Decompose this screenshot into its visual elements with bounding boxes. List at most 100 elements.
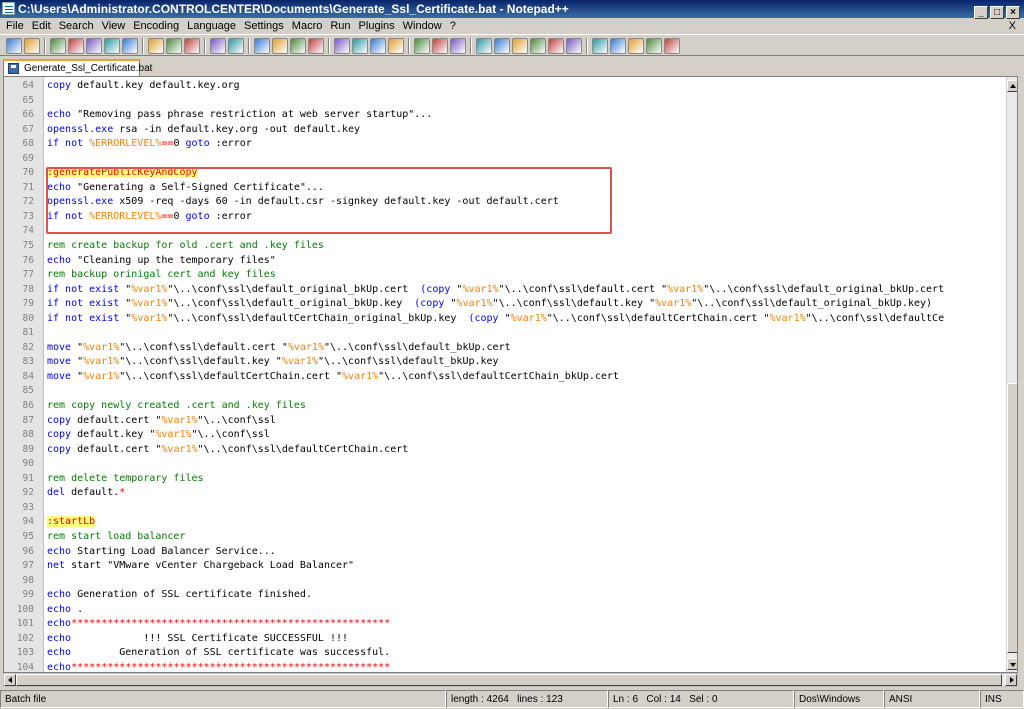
code-line[interactable]: 99 echo Generation of SSL certificate fin… (4, 588, 1006, 603)
show-all-chars-icon[interactable] (388, 38, 404, 54)
code-line[interactable]: 95 rem start load balancer (4, 530, 1006, 545)
spellcheck-icon[interactable] (664, 38, 680, 54)
play-macro-icon[interactable] (512, 38, 528, 54)
code-line[interactable]: 84 move "%var1%"\..\conf\ssl\defaultCertC… (4, 370, 1006, 385)
menu-macro[interactable]: Macro (288, 18, 327, 34)
code-line[interactable]: 78 if not exist "%var1%"\..\conf\ssl\defa… (4, 283, 1006, 298)
code-line[interactable]: 91 rem delete temporary files (4, 472, 1006, 487)
menu-edit[interactable]: Edit (28, 18, 55, 34)
save-all-icon[interactable] (68, 38, 84, 54)
code-line[interactable]: 92 del default.* (4, 486, 1006, 501)
code-line[interactable]: 69 (4, 152, 1006, 167)
close-icon[interactable] (86, 38, 102, 54)
code-line[interactable]: 93 (4, 501, 1006, 516)
open-icon[interactable] (24, 38, 40, 54)
line-number: 73 (22, 210, 34, 222)
scroll-right-arrow-icon[interactable] (1005, 674, 1017, 686)
code-text: if not %ERRORLEVEL%==0 goto :error (47, 137, 252, 152)
code-line[interactable]: 77 rem backup orinigal cert and key files (4, 268, 1006, 283)
code-line[interactable]: 83 move "%var1%"\..\conf\ssl\default.key … (4, 355, 1006, 370)
replace-icon[interactable] (272, 38, 288, 54)
close-document-button[interactable]: X (1009, 18, 1016, 34)
scroll-left-arrow-icon[interactable] (4, 674, 16, 686)
close-all-icon[interactable] (104, 38, 120, 54)
code-line[interactable]: 68 if not %ERRORLEVEL%==0 goto :error (4, 137, 1006, 152)
menu-plugins[interactable]: Plugins (355, 18, 399, 34)
code-token: Generation of SSL certificate finished. (71, 589, 312, 601)
menu-window[interactable]: Window (399, 18, 446, 34)
horizontal-scroll-thumb[interactable] (16, 674, 1002, 686)
menu-view[interactable]: View (98, 18, 130, 34)
code-line[interactable]: 88 copy default.key "%var1%"\..\conf\ssl (4, 428, 1006, 443)
code-line[interactable]: 98 (4, 574, 1006, 589)
line-number: 82 (22, 341, 34, 353)
code-line[interactable]: 104 echo*********************************… (4, 661, 1006, 672)
undo-icon[interactable] (210, 38, 226, 54)
code-line[interactable]: 89 copy default.cert "%var1%"\..\conf\ssl… (4, 443, 1006, 458)
menu-file[interactable]: File (0, 18, 28, 34)
save-macro-icon[interactable] (548, 38, 564, 54)
menu-help[interactable]: ? (446, 18, 460, 34)
find-icon[interactable] (254, 38, 270, 54)
line-number: 74 (22, 225, 34, 237)
horizontal-scrollbar[interactable] (3, 673, 1018, 687)
cut-icon[interactable] (148, 38, 164, 54)
move-down-icon[interactable] (628, 38, 644, 54)
zoom-out-icon[interactable] (308, 38, 324, 54)
code-line[interactable]: 65 (4, 94, 1006, 109)
sync-vertical-icon[interactable] (334, 38, 350, 54)
code-line[interactable]: 82 move "%var1%"\..\conf\ssl\default.cert… (4, 341, 1006, 356)
menu-language[interactable]: Language (183, 18, 240, 34)
code-line[interactable]: 101 echo*********************************… (4, 617, 1006, 632)
code-line[interactable]: 67 openssl.exe rsa -in default.key.org -o… (4, 123, 1006, 138)
menu-bar: File Edit Search View Encoding Language Settin… (0, 18, 1024, 34)
sync-horizontal-icon[interactable] (352, 38, 368, 54)
code-token: (copy (414, 283, 451, 295)
code-line[interactable]: 90 (4, 457, 1006, 472)
run-icon[interactable] (566, 38, 582, 54)
print-icon[interactable] (122, 38, 138, 54)
play-multiple-icon[interactable] (530, 38, 546, 54)
code-line[interactable]: 86 rem copy newly created .cert and .key … (4, 399, 1006, 414)
code-line[interactable]: 76 echo "Cleaning up the temporary files" (4, 254, 1006, 269)
code-line[interactable]: 103 echo Generation of SSL certificate wa… (4, 646, 1006, 661)
scroll-up-arrow-icon[interactable] (1007, 80, 1017, 92)
code-line[interactable]: 81 (4, 326, 1006, 341)
code-line[interactable]: 87 copy default.cert "%var1%"\..\conf\ssl (4, 414, 1006, 429)
stop-record-icon[interactable] (494, 38, 510, 54)
code-line[interactable]: 102 echo !!! SSL Certificate SUCCESSFUL !… (4, 632, 1006, 647)
user-lang-icon[interactable] (432, 38, 448, 54)
code-line[interactable]: 66 echo "Removing pass phrase restriction… (4, 108, 1006, 123)
menu-search[interactable]: Search (55, 18, 98, 34)
hex-icon[interactable] (646, 38, 662, 54)
code-line[interactable]: 80 if not exist "%var1%"\..\conf\ssl\defa… (4, 312, 1006, 327)
tab-generate-ssl-certificate[interactable]: Generate_Ssl_Certificate.bat (3, 59, 152, 77)
doc-map-icon[interactable] (450, 38, 466, 54)
move-up-icon[interactable] (610, 38, 626, 54)
code-line[interactable]: 100 echo . (4, 603, 1006, 618)
code-line[interactable]: 97 net start "VMware vCenter Chargeback L… (4, 559, 1006, 574)
code-line[interactable]: 85 (4, 384, 1006, 399)
indent-guide-icon[interactable] (414, 38, 430, 54)
menu-settings[interactable]: Settings (240, 18, 288, 34)
save-icon[interactable] (50, 38, 66, 54)
code-line[interactable]: 64 copy default.key default.key.org (4, 79, 1006, 94)
code-line[interactable]: 96 echo Starting Load Balancer Service... (4, 545, 1006, 560)
code-line[interactable]: 75 rem create backup for old .cert and .k… (4, 239, 1006, 254)
scroll-down-arrow-icon[interactable] (1007, 658, 1017, 670)
menu-run[interactable]: Run (326, 18, 354, 34)
redo-icon[interactable] (228, 38, 244, 54)
menu-encoding[interactable]: Encoding (129, 18, 183, 34)
new-icon[interactable] (6, 38, 22, 54)
copy-icon[interactable] (166, 38, 182, 54)
vertical-scroll-thumb[interactable] (1007, 383, 1017, 653)
trim-icon[interactable] (592, 38, 608, 54)
vertical-scrollbar[interactable] (1006, 77, 1017, 672)
editor-pane[interactable]: 64 copy default.key default.key.org 65 66 ec… (3, 76, 1018, 673)
paste-icon[interactable] (184, 38, 200, 54)
zoom-in-icon[interactable] (290, 38, 306, 54)
code-line[interactable]: 79 if not exist "%var1%"\..\conf\ssl\defa… (4, 297, 1006, 312)
code-line[interactable]: 94:startLb (4, 515, 1006, 530)
record-macro-icon[interactable] (476, 38, 492, 54)
word-wrap-icon[interactable] (370, 38, 386, 54)
